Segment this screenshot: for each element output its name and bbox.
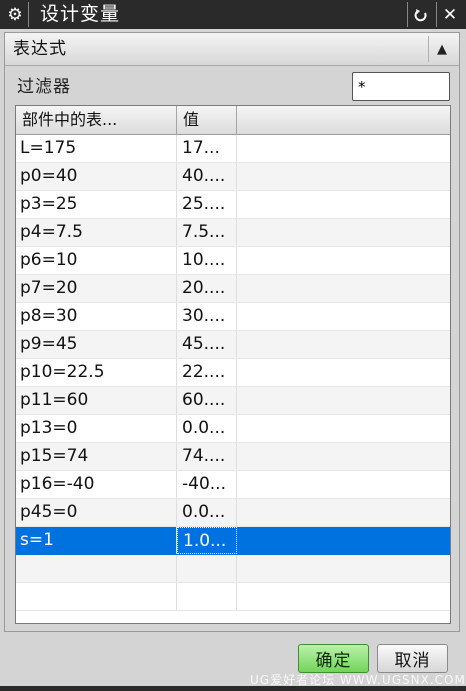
expressions-table: 部件中的表... 值 L=175 17... p0=40 40.... p3=25 25.… — [15, 105, 451, 624]
value-cell: 74.... — [177, 443, 237, 470]
value-cell: 17... — [177, 135, 237, 162]
window-title: 设计变量 — [40, 3, 121, 25]
empty-cell — [16, 555, 177, 582]
value-cell: 1.0... — [177, 527, 237, 554]
group-header[interactable]: 表达式 ▲ — [5, 33, 459, 66]
value-cell: -40... — [177, 471, 237, 498]
value-cell: 45.... — [177, 331, 237, 358]
expression-cell: p11=60 — [16, 387, 177, 414]
table-row[interactable]: p45=0 0.0... — [16, 499, 450, 527]
expression-cell: p0=40 — [16, 163, 177, 190]
table-row[interactable]: L=175 17... — [16, 135, 450, 163]
empty-cell — [16, 583, 177, 610]
expression-cell: p13=0 — [16, 415, 177, 442]
table-row[interactable]: p8=30 30.... — [16, 303, 450, 331]
value-cell: 40.... — [177, 163, 237, 190]
value-cell: 22.... — [177, 359, 237, 386]
cancel-button[interactable]: 取消 — [377, 644, 448, 673]
title-bar: ⚙ 设计变量 ✕ — [0, 0, 466, 29]
ok-button[interactable]: 确定 — [298, 644, 369, 673]
filter-label: 过滤器 — [17, 77, 71, 97]
bottom-strip — [0, 686, 466, 691]
expressions-group: 表达式 ▲ 过滤器 部件中的表... 值 L=17517...p0=4040..… — [4, 32, 460, 632]
table-row[interactable]: p3=25 25.... — [16, 191, 450, 219]
expression-cell: p4=7.5 — [16, 219, 177, 246]
expression-cell: p9=45 — [16, 331, 177, 358]
reset-icon[interactable] — [407, 2, 434, 27]
table-body: L=175 17... p0=40 40.... p3=25 25.... p4=7.5 7.… — [16, 135, 450, 611]
expression-cell: p45=0 — [16, 499, 177, 526]
expression-cell: p15=74 — [16, 443, 177, 470]
table-row[interactable]: p16=-40 -40... — [16, 471, 450, 499]
expression-cell: p7=20 — [16, 275, 177, 302]
table-row[interactable]: p15=74 74.... — [16, 443, 450, 471]
value-cell: 7.5... — [177, 219, 237, 246]
group-title: 表达式 — [13, 39, 67, 59]
value-cell: 30.... — [177, 303, 237, 330]
chevron-up-icon[interactable]: ▲ — [428, 36, 455, 62]
value-cell: 25.... — [177, 191, 237, 218]
empty-cell — [177, 555, 237, 582]
empty-table-row — [16, 583, 450, 611]
table-row[interactable]: p13=0 0.0... — [16, 415, 450, 443]
table-header: 部件中的表... 值 — [16, 106, 450, 135]
table-row[interactable]: p10=22.5 22.... — [16, 359, 450, 387]
expression-cell: p3=25 — [16, 191, 177, 218]
table-row[interactable]: s=1 1.0... — [16, 527, 450, 555]
expression-cell: p8=30 — [16, 303, 177, 330]
value-cell: 60.... — [177, 387, 237, 414]
filter-input[interactable] — [352, 72, 450, 101]
value-cell: 20.... — [177, 275, 237, 302]
expression-cell: p16=-40 — [16, 471, 177, 498]
table-row[interactable]: p0=40 40.... — [16, 163, 450, 191]
value-cell: 0.0... — [177, 499, 237, 526]
expression-cell: p6=10 — [16, 247, 177, 274]
expression-cell: L=175 — [16, 135, 177, 162]
gear-icon[interactable]: ⚙ — [2, 2, 29, 27]
value-cell: 0.0... — [177, 415, 237, 442]
expression-cell: s=1 — [16, 527, 177, 554]
empty-cell — [177, 583, 237, 610]
table-row[interactable]: p7=20 20.... — [16, 275, 450, 303]
table-row[interactable]: p11=60 60.... — [16, 387, 450, 415]
table-row[interactable]: p6=10 10.... — [16, 247, 450, 275]
reset-icon-glyph — [414, 8, 427, 21]
column-header-expression[interactable]: 部件中的表... — [16, 106, 177, 134]
dialog-footer: 确定 取消 UG爱好者论坛 WWW.UGSNX.COM — [0, 636, 466, 691]
column-header-value[interactable]: 值 — [177, 106, 237, 134]
table-row[interactable]: p4=7.5 7.5... — [16, 219, 450, 247]
expression-cell: p10=22.5 — [16, 359, 177, 386]
value-cell: 10.... — [177, 247, 237, 274]
close-icon[interactable]: ✕ — [436, 2, 463, 27]
empty-table-row — [16, 555, 450, 583]
table-row[interactable]: p9=45 45.... — [16, 331, 450, 359]
